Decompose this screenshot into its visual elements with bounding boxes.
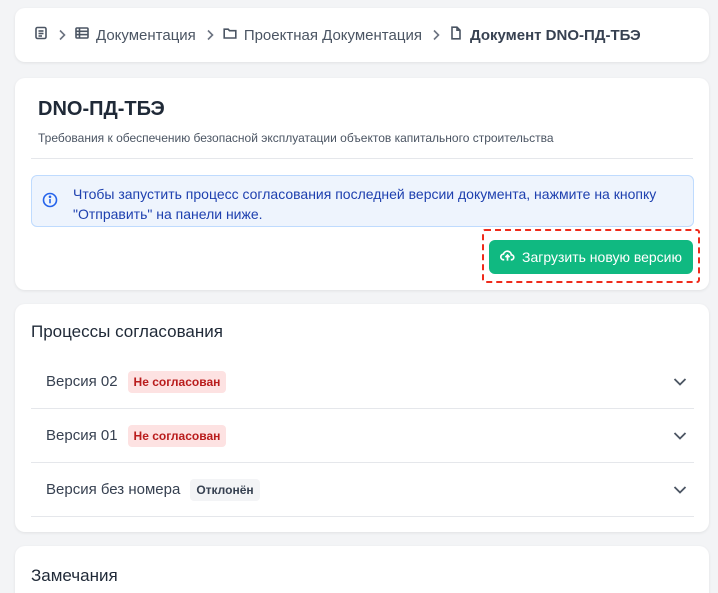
- folder-icon: [223, 26, 237, 44]
- document-list-icon: [34, 26, 48, 44]
- breadcrumb-label: Документация: [96, 26, 196, 44]
- file-icon: [449, 26, 463, 44]
- section-title: Замечания: [31, 566, 118, 585]
- remarks-card: Замечания: [15, 546, 709, 593]
- version-row[interactable]: Версия без номера Отклонён: [31, 463, 694, 517]
- breadcrumb-home[interactable]: [34, 26, 48, 44]
- divider: [31, 158, 693, 159]
- chevron-right-icon: [57, 29, 67, 41]
- chevron-down-icon[interactable]: [666, 463, 694, 517]
- cloud-upload-icon: [499, 248, 522, 266]
- breadcrumb-documentation[interactable]: Документация: [75, 26, 196, 44]
- info-text-line-1: Чтобы запустить процесс согласования пос…: [73, 186, 657, 202]
- breadcrumb-label: Проектная Документация: [243, 26, 422, 44]
- breadcrumb-project-documentation[interactable]: Проектная Документация: [223, 26, 422, 44]
- document-subtitle: Требования к обеспечению безопасной эксп…: [38, 131, 554, 145]
- info-icon: [42, 192, 58, 208]
- info-text-line-2: "Отправить" на панели ниже.: [73, 206, 263, 222]
- document-title: DNO-ПД-ТБЭ: [38, 98, 165, 120]
- version-label: Версия без номера: [46, 481, 181, 498]
- version-row[interactable]: Версия 02 Не согласован: [31, 355, 694, 409]
- info-alert: Чтобы запустить процесс согласования пос…: [31, 175, 694, 227]
- breadcrumb-current-document: Документ DNO-ПД-ТБЭ: [449, 26, 641, 44]
- upload-button-label: Загрузить новую версию: [521, 249, 683, 265]
- chevron-right-icon: [431, 29, 441, 41]
- version-label: Версия 01: [46, 427, 118, 444]
- version-row[interactable]: Версия 01 Не согласован: [31, 409, 694, 463]
- status-badge: Отклонён: [190, 478, 260, 501]
- document-card: DNO-ПД-ТБЭ Требования к обеспечению безо…: [15, 78, 709, 290]
- breadcrumb-label: Документ DNO-ПД-ТБЭ: [469, 26, 641, 44]
- status-badge: Не согласован: [127, 370, 227, 393]
- chevron-right-icon: [205, 29, 215, 41]
- chevron-down-icon[interactable]: [666, 355, 694, 409]
- version-label: Версия 02: [46, 373, 118, 390]
- chevron-down-icon[interactable]: [666, 409, 694, 463]
- upload-new-version-button[interactable]: Загрузить новую версию: [489, 240, 693, 274]
- breadcrumb: Документация Проектная Документация Доку…: [15, 8, 709, 62]
- table-icon: [75, 26, 89, 44]
- status-badge: Не согласован: [127, 424, 227, 447]
- section-title: Процессы согласования: [31, 322, 223, 341]
- info-text: Чтобы запустить процесс согласования пос…: [73, 184, 656, 224]
- approval-processes-card: Процессы согласования Версия 02 Не согла…: [15, 304, 709, 532]
